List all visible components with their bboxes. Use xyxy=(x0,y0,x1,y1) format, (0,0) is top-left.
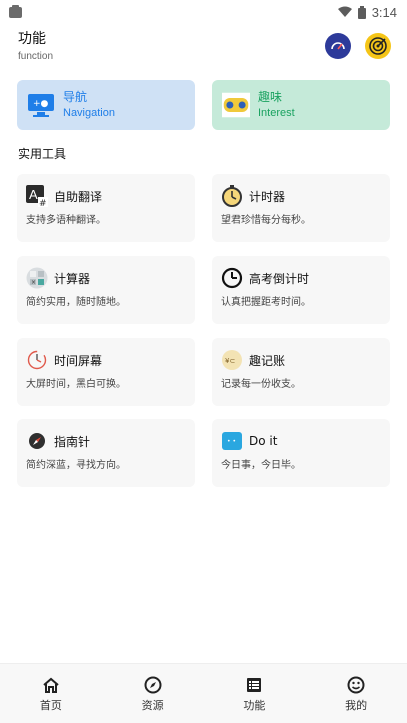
tool-desc: 简约实用，随时随地。 xyxy=(26,297,126,308)
nav-me[interactable]: 我的 xyxy=(316,664,396,713)
tool-name: 计时器 xyxy=(249,189,286,204)
stopwatch-icon xyxy=(221,185,243,207)
nav-resources[interactable]: 资源 xyxy=(113,664,193,713)
svg-text:#: # xyxy=(39,199,47,207)
nav-label: 功能 xyxy=(243,699,266,712)
tool-desc: 今日事，今日毕。 xyxy=(221,460,301,471)
todo-icon: • • xyxy=(221,430,243,452)
svg-text:×: × xyxy=(31,279,36,286)
navigation-subtitle: Navigation xyxy=(63,107,115,119)
nav-home[interactable]: 首页 xyxy=(11,664,91,713)
countdown-clock-icon xyxy=(221,267,243,289)
navigation-title: 导航 xyxy=(63,90,88,104)
compass-nav-icon xyxy=(144,676,162,694)
tool-name: 计算器 xyxy=(54,271,91,286)
ledger-icon: ¥⊂ xyxy=(221,349,243,371)
tool-compass[interactable]: 指南针 简约深蓝，寻找方向。 xyxy=(17,419,195,487)
tool-name: 指南针 xyxy=(54,434,91,449)
smile-icon xyxy=(347,676,365,694)
page-header: 功能 function xyxy=(18,30,53,64)
calculator-icon: × xyxy=(26,267,48,289)
section-title: 实用工具 xyxy=(18,147,67,161)
status-time: 3:14 xyxy=(371,4,397,20)
tool-desc: 简约深蓝，寻找方向。 xyxy=(26,460,126,471)
tool-time-screen[interactable]: 时间屏幕 大屏时间，黑白可换。 xyxy=(17,338,195,406)
tool-desc: 记录每一份收支。 xyxy=(221,379,301,390)
svg-text:• •: • • xyxy=(227,438,236,445)
tool-desc: 支持多语种翻译。 xyxy=(26,215,106,226)
tool-name: 趣记账 xyxy=(249,353,286,368)
translate-icon: A # xyxy=(26,185,48,207)
bottom-nav: 首页 资源 功能 我的 xyxy=(0,663,407,723)
nav-functions[interactable]: 功能 xyxy=(214,664,294,713)
nav-label: 我的 xyxy=(345,699,368,712)
tool-name: Do it xyxy=(249,434,278,448)
svg-text:+●: +● xyxy=(33,99,49,109)
tool-desc: 大屏时间，黑白可换。 xyxy=(26,379,126,390)
page-subtitle: function xyxy=(18,51,54,62)
svg-text:A: A xyxy=(29,187,38,202)
status-bar: 3:14 xyxy=(0,0,407,24)
list-icon xyxy=(245,676,263,694)
navigation-card[interactable]: +● 导航 Navigation xyxy=(17,80,195,130)
header-actions xyxy=(325,33,391,59)
nav-label: 首页 xyxy=(39,699,62,712)
compass-icon xyxy=(26,430,48,452)
interest-card[interactable]: 趣味 Interest xyxy=(212,80,390,130)
svg-text:¥⊂: ¥⊂ xyxy=(225,357,235,365)
tool-doit[interactable]: • • Do it 今日事，今日毕。 xyxy=(212,419,390,487)
nav-label: 资源 xyxy=(141,699,164,712)
monitor-icon: +● xyxy=(27,91,55,119)
notification-icon xyxy=(9,4,22,18)
tool-timer[interactable]: 计时器 望君珍惜每分每秒。 xyxy=(212,174,390,242)
tool-desc: 认真把握距考时间。 xyxy=(221,297,311,308)
tool-name: 高考倒计时 xyxy=(249,271,310,286)
gamepad-icon xyxy=(222,91,250,119)
interest-subtitle: Interest xyxy=(258,107,295,119)
tool-desc: 望君珍惜每分每秒。 xyxy=(221,215,311,226)
tool-exam-countdown[interactable]: 高考倒计时 认真把握距考时间。 xyxy=(212,256,390,324)
tool-name: 自助翻译 xyxy=(54,189,103,204)
interest-title: 趣味 xyxy=(258,90,283,104)
battery-icon xyxy=(357,5,366,19)
clock-screen-icon xyxy=(26,349,48,371)
tool-ledger[interactable]: ¥⊂ 趣记账 记录每一份收支。 xyxy=(212,338,390,406)
tool-calculator[interactable]: × 计算器 简约实用，随时随地。 xyxy=(17,256,195,324)
tool-translate[interactable]: A # 自助翻译 支持多语种翻译。 xyxy=(17,174,195,242)
tool-name: 时间屏幕 xyxy=(54,353,103,368)
speedometer-icon[interactable] xyxy=(325,33,351,59)
target-icon[interactable] xyxy=(365,33,391,59)
page-title: 功能 xyxy=(18,31,46,47)
home-icon xyxy=(42,676,60,694)
wifi-icon xyxy=(337,6,352,17)
